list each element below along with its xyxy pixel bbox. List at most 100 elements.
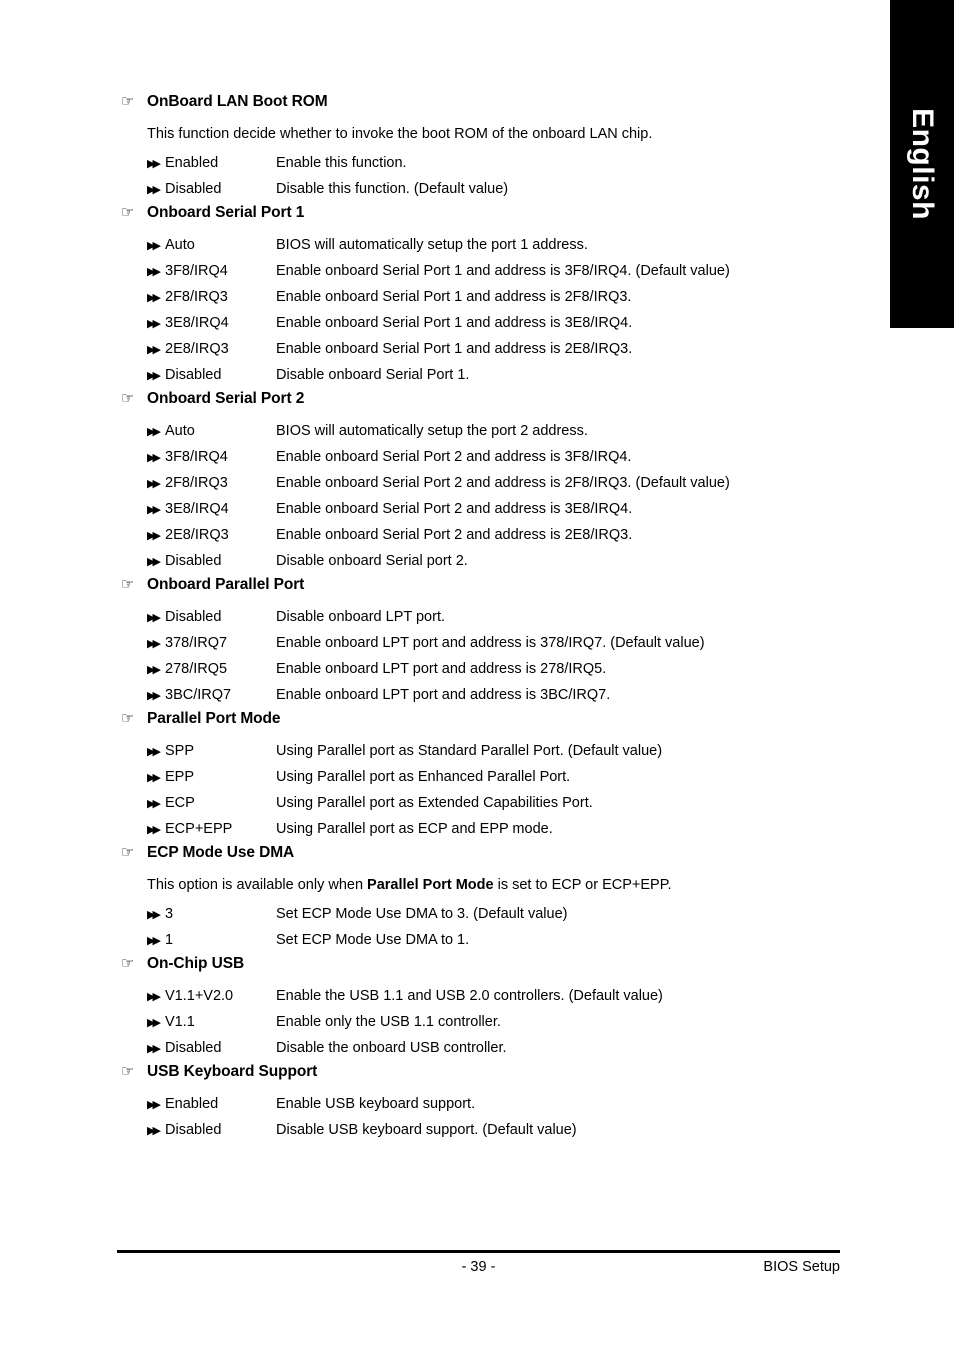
footer-divider — [117, 1250, 840, 1253]
bios-option-row: ▶▶ 2F8/IRQ3 Enable onboard Serial Port 1 a… — [147, 284, 840, 310]
bios-option-value: 2E8/IRQ3 — [165, 527, 229, 543]
bios-option-row: ▶▶ 2E8/IRQ3 Enable onboard Serial Port 2 a… — [147, 522, 840, 548]
bios-option-value: Enabled — [165, 155, 219, 171]
section-heading: ☞ ECP Mode Use DMA — [117, 844, 840, 870]
bios-option-description: BIOS will automatically setup the port 2… — [276, 423, 588, 439]
section-note-emphasis: Parallel Port Mode — [367, 877, 494, 893]
section-heading: ☞ Onboard Parallel Port — [117, 576, 840, 602]
section-title: Onboard Parallel Port — [147, 576, 305, 593]
bios-option-value: 3F8/IRQ4 — [165, 263, 228, 279]
bios-option-value: ECP+EPP — [165, 821, 233, 837]
bios-option-row: ▶▶ Disabled Disable onboard LPT port. — [147, 604, 840, 630]
bios-option-section: ☞ Parallel Port Mode ▶▶ SPP Using Parallel p… — [117, 710, 840, 842]
bios-option-row: ▶▶ Enabled Enable USB keyboard support. — [147, 1091, 840, 1117]
bios-option-description: Using Parallel port as ECP and EPP mode. — [276, 821, 553, 837]
bios-option-value: 3E8/IRQ4 — [165, 501, 229, 517]
double-triangle-icon: ▶▶ — [147, 689, 161, 702]
section-title: ECP Mode Use DMA — [147, 844, 295, 861]
bios-option-description: Enable onboard Serial Port 1 and address… — [276, 263, 730, 279]
bios-option-description: Enable onboard LPT port and address is 2… — [276, 661, 607, 677]
double-triangle-icon: ▶▶ — [147, 369, 161, 382]
double-triangle-icon: ▶▶ — [147, 239, 161, 252]
bios-option-description: Set ECP Mode Use DMA to 3. (Default valu… — [276, 906, 568, 922]
double-triangle-icon: ▶▶ — [147, 1098, 161, 1111]
bios-option-description: Enable onboard LPT port and address is 3… — [276, 687, 611, 703]
bios-option-description: Disable USB keyboard support. (Default v… — [276, 1122, 577, 1138]
pointing-hand-icon: ☞ — [121, 709, 135, 727]
section-heading: ☞ Parallel Port Mode — [117, 710, 840, 736]
double-triangle-icon: ▶▶ — [147, 425, 161, 438]
bios-option-description: Enable onboard Serial Port 1 and address… — [276, 341, 633, 357]
bios-option-description: Disable onboard Serial Port 1. — [276, 367, 470, 383]
bios-option-value: Disabled — [165, 1040, 222, 1056]
bios-option-description: Enable onboard Serial Port 2 and address… — [276, 449, 632, 465]
double-triangle-icon: ▶▶ — [147, 1016, 161, 1029]
bios-option-row: ▶▶ 278/IRQ5 Enable onboard LPT port and ad… — [147, 656, 840, 682]
bios-option-value: 2F8/IRQ3 — [165, 289, 228, 305]
double-triangle-icon: ▶▶ — [147, 908, 161, 921]
double-triangle-icon: ▶▶ — [147, 637, 161, 650]
pointing-hand-icon: ☞ — [121, 389, 135, 407]
section-note-suffix: is set to ECP or ECP+EPP. — [493, 877, 672, 893]
bios-option-row: ▶▶ Disabled Disable the onboard USB contro… — [147, 1035, 840, 1061]
double-triangle-icon: ▶▶ — [147, 555, 161, 568]
bios-option-value: Disabled — [165, 609, 222, 625]
section-heading: ☞ Onboard Serial Port 2 — [117, 390, 840, 416]
bios-option-description: Enable onboard LPT port and address is 3… — [276, 635, 705, 651]
double-triangle-icon: ▶▶ — [147, 797, 161, 810]
pointing-hand-icon: ☞ — [121, 92, 135, 110]
double-triangle-icon: ▶▶ — [147, 529, 161, 542]
bios-option-description: Disable onboard LPT port. — [276, 609, 446, 625]
double-triangle-icon: ▶▶ — [147, 1042, 161, 1055]
bios-option-section: ☞ Onboard Parallel Port ▶▶ Disabled Disable … — [117, 576, 840, 708]
bios-option-row: ▶▶ V1.1 Enable only the USB 1.1 controller… — [147, 1009, 840, 1035]
bios-option-row: ▶▶ 378/IRQ7 Enable onboard LPT port and ad… — [147, 630, 840, 656]
bios-option-value: Disabled — [165, 1122, 222, 1138]
bios-option-row: ▶▶ Disabled Disable this function. (Defaul… — [147, 176, 840, 202]
bios-option-section: ☞ OnBoard LAN Boot ROM This function decid… — [117, 93, 840, 202]
bios-option-description: Set ECP Mode Use DMA to 1. — [276, 932, 470, 948]
section-note-prefix: This option is available only when — [147, 877, 368, 893]
bios-option-description: BIOS will automatically setup the port 1… — [276, 237, 588, 253]
section-title: Onboard Serial Port 1 — [147, 204, 305, 221]
bios-option-description: Disable the onboard USB controller. — [276, 1040, 507, 1056]
bios-option-description: Enable onboard Serial Port 2 and address… — [276, 527, 633, 543]
bios-option-value: V1.1+V2.0 — [165, 988, 234, 1004]
bios-option-row: ▶▶ 3F8/IRQ4 Enable onboard Serial Port 1 a… — [147, 258, 840, 284]
bios-option-value: Auto — [165, 237, 195, 253]
bios-option-row: ▶▶ 3E8/IRQ4 Enable onboard Serial Port 1 a… — [147, 310, 840, 336]
language-tab-label: English — [906, 108, 939, 220]
bios-option-row: ▶▶ SPP Using Parallel port as Standard Par… — [147, 738, 840, 764]
bios-option-description: Enable this function. — [276, 155, 407, 171]
bios-option-value: EPP — [165, 769, 195, 785]
double-triangle-icon: ▶▶ — [147, 771, 161, 784]
double-triangle-icon: ▶▶ — [147, 183, 161, 196]
section-heading: ☞ Onboard Serial Port 1 — [117, 204, 840, 230]
bios-option-row: ▶▶ Disabled Disable USB keyboard support. … — [147, 1117, 840, 1143]
pointing-hand-icon: ☞ — [121, 575, 135, 593]
section-note: This function decide whether to invoke t… — [147, 126, 653, 142]
bios-option-value: 3E8/IRQ4 — [165, 315, 229, 331]
bios-option-value: V1.1 — [165, 1014, 195, 1030]
section-heading: ☞ USB Keyboard Support — [117, 1063, 840, 1089]
double-triangle-icon: ▶▶ — [147, 503, 161, 516]
section-title: USB Keyboard Support — [147, 1063, 318, 1080]
section-title: Onboard Serial Port 2 — [147, 390, 305, 407]
bios-option-description: Using Parallel port as Enhanced Parallel… — [276, 769, 571, 785]
bios-option-value: ECP — [165, 795, 195, 811]
double-triangle-icon: ▶▶ — [147, 343, 161, 356]
bios-option-description: Using Parallel port as Extended Capabili… — [276, 795, 593, 811]
bios-option-value: 278/IRQ5 — [165, 661, 228, 677]
bios-option-value: Auto — [165, 423, 195, 439]
bios-option-row: ▶▶ EPP Using Parallel port as Enhanced Par… — [147, 764, 840, 790]
section-heading: ☞ On-Chip USB — [117, 955, 840, 981]
bios-option-row: ▶▶ 3 Set ECP Mode Use DMA to 3. (Default v… — [147, 901, 840, 927]
bios-option-value: Disabled — [165, 367, 222, 383]
bios-option-row: ▶▶ ECP+EPP Using Parallel port as ECP and … — [147, 816, 840, 842]
double-triangle-icon: ▶▶ — [147, 663, 161, 676]
pointing-hand-icon: ☞ — [121, 1062, 135, 1080]
bios-option-row: ▶▶ ECP Using Parallel port as Extended Cap… — [147, 790, 840, 816]
double-triangle-icon: ▶▶ — [147, 291, 161, 304]
double-triangle-icon: ▶▶ — [147, 477, 161, 490]
double-triangle-icon: ▶▶ — [147, 823, 161, 836]
